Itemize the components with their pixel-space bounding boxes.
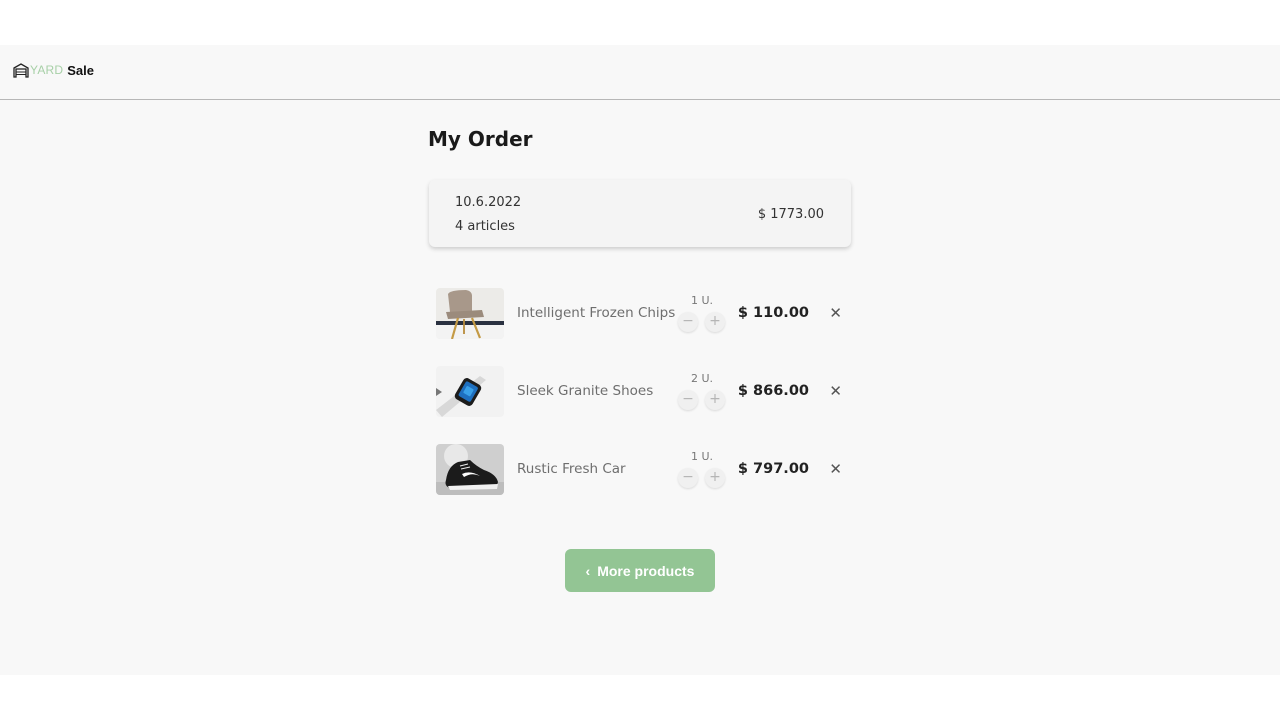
order-date: 10.6.2022 [455, 195, 522, 210]
increase-quantity-button[interactable]: + [705, 390, 725, 410]
order-item: Sleek Granite Shoes 2 U. − + $ 866.00 ✕ [436, 366, 846, 418]
item-name: Intelligent Frozen Chips [517, 305, 676, 321]
product-image-sneaker [436, 444, 504, 495]
item-price: $ 797.00 [737, 461, 809, 477]
item-quantity: 1 U. [691, 450, 714, 463]
decrease-quantity-button[interactable]: − [678, 468, 698, 488]
item-quantity: 1 U. [691, 294, 714, 307]
garage-icon [13, 62, 29, 78]
logo-text-yard: YARD [30, 63, 64, 77]
item-name: Rustic Fresh Car [517, 461, 626, 477]
increase-quantity-button[interactable]: + [705, 312, 725, 332]
decrease-quantity-button[interactable]: − [678, 312, 698, 332]
order-item: Rustic Fresh Car 1 U. − + $ 797.00 ✕ [436, 444, 846, 496]
more-products-button[interactable]: ‹ More products [565, 549, 715, 592]
chevron-left-icon: ‹ [585, 562, 591, 579]
decrease-quantity-button[interactable]: − [678, 390, 698, 410]
item-price: $ 110.00 [737, 305, 809, 321]
logo[interactable]: YARD Sale [13, 61, 94, 79]
product-image-smartwatch [436, 366, 504, 417]
close-icon[interactable]: ✕ [829, 460, 842, 478]
order-summary-card: 10.6.2022 4 articles $ 1773.00 [429, 180, 851, 247]
product-image-chair [436, 288, 504, 339]
logo-text-sale: Sale [67, 62, 94, 78]
item-price: $ 866.00 [737, 383, 809, 399]
more-products-label: More products [597, 562, 695, 579]
navbar: YARD Sale [0, 45, 1280, 100]
close-icon[interactable]: ✕ [829, 382, 842, 400]
increase-quantity-button[interactable]: + [705, 468, 725, 488]
app-frame: YARD Sale My Order 10.6.2022 4 articles … [0, 45, 1280, 675]
close-icon[interactable]: ✕ [829, 304, 842, 322]
order-item: Intelligent Frozen Chips 1 U. − + $ 110.… [436, 288, 846, 340]
page-title: My Order [428, 127, 533, 151]
item-name: Sleek Granite Shoes [517, 383, 654, 399]
item-quantity: 2 U. [691, 372, 714, 385]
order-total: $ 1773.00 [757, 207, 824, 222]
order-article-count: 4 articles [455, 219, 515, 234]
